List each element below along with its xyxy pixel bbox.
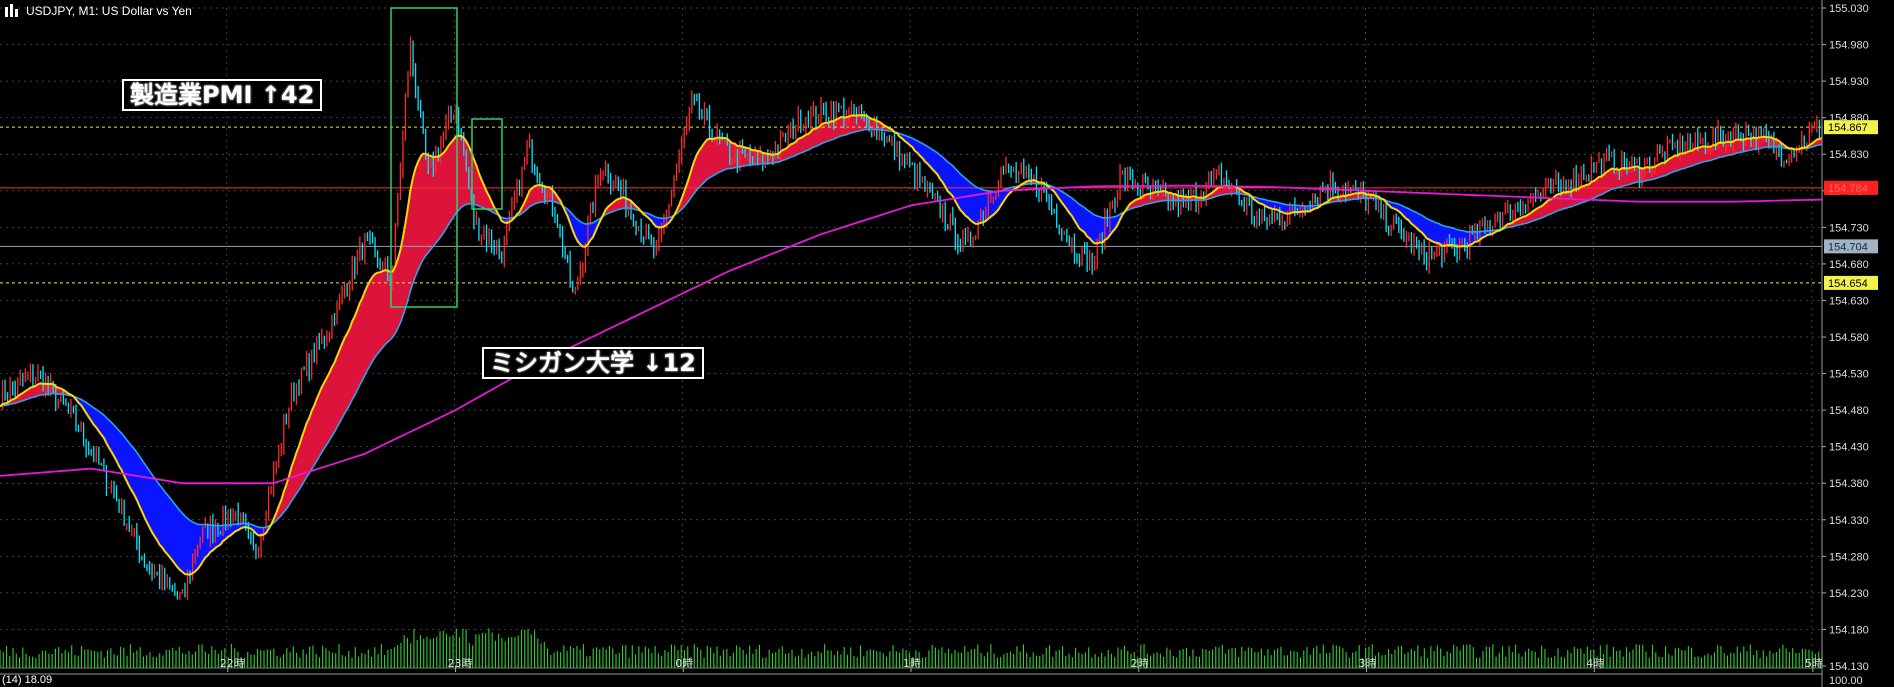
price-tick-label: 154.930 bbox=[1829, 76, 1869, 88]
price-tick-label: 154.630 bbox=[1829, 295, 1869, 307]
price-tick-label: 154.280 bbox=[1829, 551, 1869, 563]
price-tick-label: 154.230 bbox=[1829, 588, 1869, 600]
time-tick-label: 4時 bbox=[1586, 657, 1604, 670]
cloud-segment bbox=[273, 135, 497, 523]
price-axis: 155.030154.980154.930154.880154.830154.7… bbox=[1821, 0, 1869, 687]
chart-header: USDJPY, M1: US Dollar vs Yen bbox=[4, 2, 192, 20]
long-ma-line bbox=[0, 184, 1823, 485]
price-marker-label: 154.654 bbox=[1828, 278, 1868, 290]
cloud-segment bbox=[1386, 200, 1501, 247]
price-tick-label: 154.430 bbox=[1829, 442, 1869, 454]
cloud-segment bbox=[1125, 185, 1250, 212]
time-tick-label: 1時 bbox=[903, 657, 921, 670]
price-tick-label: 154.330 bbox=[1829, 515, 1869, 527]
price-tick-label: 154.380 bbox=[1829, 478, 1869, 490]
time-tick-label: 22時 bbox=[220, 657, 245, 670]
indicator-label: (14) 18.09 bbox=[2, 674, 53, 686]
volume-scale-label: 100.00 bbox=[1829, 675, 1863, 687]
price-tick-label: 154.180 bbox=[1829, 624, 1869, 636]
annotation-michigan[interactable]: ミシガン大学 ↓12 bbox=[482, 347, 704, 379]
price-marker-label: 154.867 bbox=[1828, 122, 1868, 134]
chart-type-icon[interactable] bbox=[4, 4, 20, 18]
price-tick-label: 154.980 bbox=[1829, 40, 1869, 52]
price-tick-label: 154.580 bbox=[1829, 332, 1869, 344]
time-tick-label: 23時 bbox=[448, 657, 473, 670]
time-tick-label: 0時 bbox=[675, 657, 693, 670]
price-tick-label: 154.730 bbox=[1829, 222, 1869, 234]
time-tick-label: 5時 bbox=[1805, 657, 1823, 670]
price-tick-label: 154.530 bbox=[1829, 369, 1869, 381]
price-marker-label: 154.784 bbox=[1828, 183, 1868, 195]
price-tick-label: 154.830 bbox=[1829, 149, 1869, 161]
annotation-pmi[interactable]: 製造業PMI ↑42 bbox=[122, 79, 323, 111]
price-tick-label: 155.030 bbox=[1829, 3, 1869, 15]
price-tick-label: 154.680 bbox=[1829, 259, 1869, 271]
price-tick-label: 154.480 bbox=[1829, 405, 1869, 417]
cloud-segment bbox=[73, 396, 272, 575]
symbol-label: USDJPY, M1: US Dollar vs Yen bbox=[26, 4, 192, 18]
price-tick-label: 154.130 bbox=[1829, 661, 1869, 673]
time-tick-label: 2時 bbox=[1131, 657, 1149, 670]
price-marker-label: 154.704 bbox=[1828, 241, 1868, 253]
cloud-segment bbox=[894, 132, 1019, 224]
time-tick-label: 3時 bbox=[1359, 657, 1377, 670]
